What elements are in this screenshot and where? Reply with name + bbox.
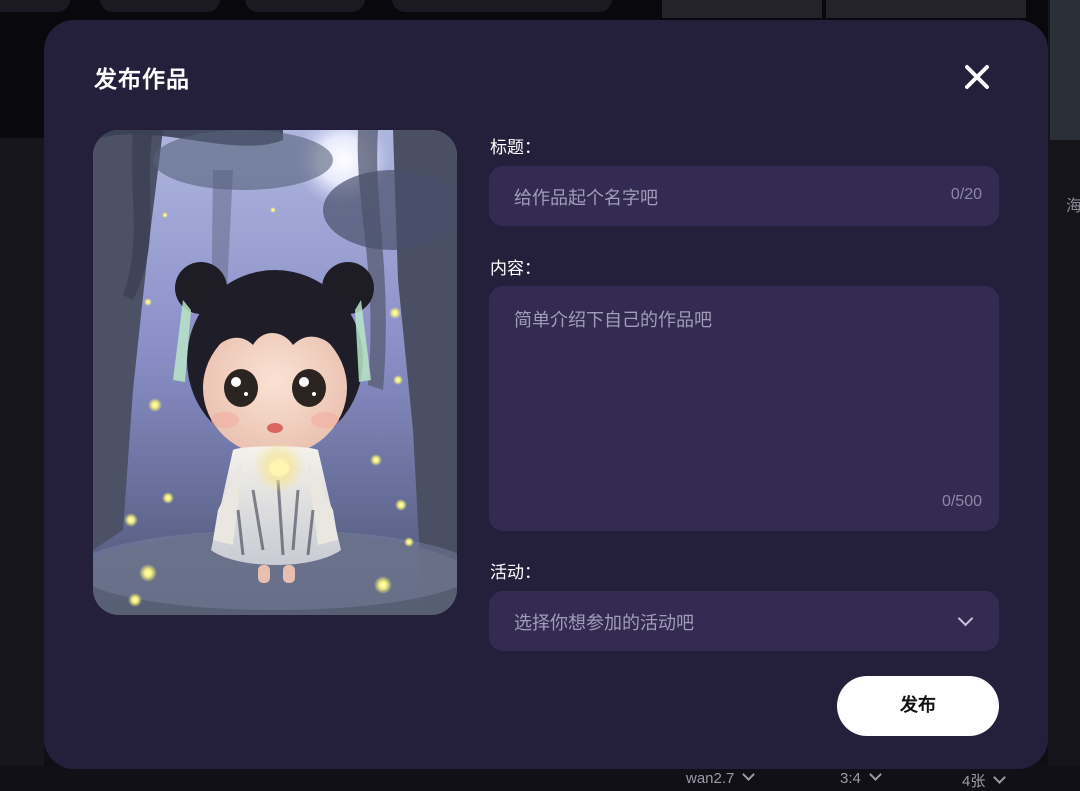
chevron-down-icon <box>993 771 1007 784</box>
title-label: 标题： <box>490 138 541 158</box>
publish-modal: 发布作品 标题： 给作品起个名字吧 0/20 内容： 简单介绍下自己的作品吧 0… <box>44 20 1048 769</box>
content-textarea[interactable]: 简单介绍下自己的作品吧 0/500 <box>489 286 999 531</box>
chevron-down-icon <box>868 768 882 781</box>
background-bottom-bar <box>0 766 1080 791</box>
close-button[interactable] <box>960 60 994 94</box>
background-side-text: 海 <box>1066 196 1080 215</box>
background-thumbnail <box>1050 0 1080 140</box>
content-placeholder: 简单介绍下自己的作品吧 <box>514 310 712 331</box>
content-label: 内容： <box>490 259 541 279</box>
activity-placeholder: 选择你想参加的活动吧 <box>514 613 694 634</box>
background-tab <box>392 0 612 12</box>
model-select[interactable]: wan2.7 <box>686 768 756 787</box>
ratio-select[interactable]: 3:4 <box>840 768 882 787</box>
background-left-panel <box>0 138 44 791</box>
artwork-preview <box>93 130 457 615</box>
background-tab <box>245 0 365 12</box>
count-select[interactable]: 4张 <box>962 770 1007 791</box>
background-tab <box>100 0 220 12</box>
background-thumbnail <box>662 0 822 18</box>
chevron-down-icon <box>742 768 756 781</box>
background-tab <box>0 0 70 12</box>
title-input[interactable]: 给作品起个名字吧 0/20 <box>489 166 999 226</box>
publish-button[interactable]: 发布 <box>837 676 999 736</box>
artwork-image <box>93 130 457 615</box>
content-char-counter: 0/500 <box>941 493 982 510</box>
background-thumbnail <box>826 0 1026 18</box>
activity-select[interactable]: 选择你想参加的活动吧 <box>489 591 999 651</box>
title-placeholder: 给作品起个名字吧 <box>514 188 658 209</box>
chevron-down-icon <box>957 610 974 627</box>
activity-label: 活动： <box>490 563 541 583</box>
title-char-counter: 0/20 <box>950 186 982 203</box>
modal-title: 发布作品 <box>94 67 190 93</box>
close-icon <box>965 65 989 89</box>
